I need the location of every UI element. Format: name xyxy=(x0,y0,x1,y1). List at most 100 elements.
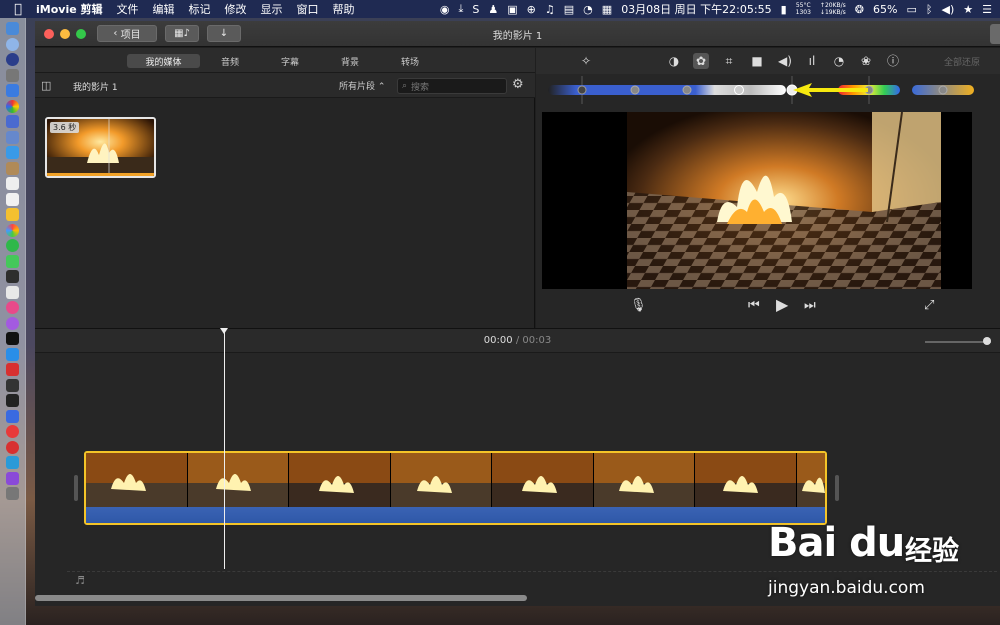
gear-icon[interactable]: ⚙ xyxy=(512,77,524,92)
qq-icon[interactable]: ♟ xyxy=(488,3,498,16)
shadow-handle[interactable] xyxy=(577,85,587,95)
finder-icon[interactable] xyxy=(6,22,19,35)
color-correction-icon[interactable]: ✿ xyxy=(693,53,709,69)
vivaldi-icon[interactable] xyxy=(6,363,19,376)
notes-icon[interactable] xyxy=(6,161,19,175)
netease-music-icon[interactable] xyxy=(6,440,19,454)
bookmark-icon[interactable]: ▮ xyxy=(781,3,787,16)
bluetooth-icon[interactable]: ᛒ xyxy=(926,3,933,16)
menu-app-name[interactable]: iMovie 剪辑 xyxy=(36,1,103,17)
itunes-icon[interactable] xyxy=(6,301,19,314)
settings-dock-icon[interactable] xyxy=(6,456,19,469)
app-store-icon[interactable] xyxy=(6,347,19,361)
temp-readout[interactable]: 55°C 1303 xyxy=(796,2,811,16)
tab-my-media[interactable]: 我的媒体 xyxy=(127,54,200,68)
star-icon[interactable]: ★ xyxy=(963,3,973,16)
music-icon[interactable]: ♫ xyxy=(545,3,555,16)
zoom-slider-handle[interactable] xyxy=(983,337,991,345)
search-input[interactable]: ⌕ 搜索 xyxy=(397,78,507,94)
imovie-dock-icon[interactable] xyxy=(6,471,19,485)
filter-icon[interactable]: ❀ xyxy=(858,53,874,69)
menu-file[interactable]: 文件 xyxy=(117,1,139,17)
terminal-icon[interactable] xyxy=(6,378,19,392)
s-box-icon[interactable]: ▣ xyxy=(507,3,517,16)
timeline-horizontal-scrollbar[interactable] xyxy=(35,595,527,601)
rocket-icon[interactable] xyxy=(6,68,19,82)
preview-icon[interactable] xyxy=(6,285,19,299)
info-icon[interactable]: ⓘ xyxy=(885,53,901,69)
net-readout[interactable]: ↑20KB/s ↓19KB/s xyxy=(820,2,846,16)
globe-icon[interactable]: ⊕ xyxy=(527,3,536,16)
video-preview[interactable] xyxy=(542,111,972,289)
temperature-handle[interactable] xyxy=(938,85,948,95)
tab-titles[interactable]: 字幕 xyxy=(273,54,307,68)
messages-icon[interactable] xyxy=(6,239,19,252)
siri-icon[interactable] xyxy=(6,37,19,51)
photos-icon[interactable] xyxy=(6,223,19,237)
photo-booth-icon[interactable] xyxy=(6,270,19,283)
download-icon[interactable]: ⤓ xyxy=(459,2,464,16)
battery-percent[interactable]: 65% xyxy=(873,3,897,16)
reminders-icon[interactable] xyxy=(6,192,19,206)
reset-all-button[interactable]: 全部还原 xyxy=(944,55,980,68)
menu-edit[interactable]: 编辑 xyxy=(153,1,175,17)
volume-icon[interactable]: ◀) xyxy=(941,3,954,16)
menu-view[interactable]: 显示 xyxy=(261,1,283,17)
podcasts-icon[interactable] xyxy=(6,316,19,330)
mail-icon[interactable] xyxy=(6,115,19,128)
clip-filter-select[interactable]: 所有片段 ⌃ xyxy=(339,79,385,92)
brightness-handle[interactable] xyxy=(734,85,744,95)
clip-right-handle[interactable] xyxy=(835,475,839,501)
battery-icon[interactable]: ▭ xyxy=(906,3,916,16)
tab-audio[interactable]: 音频 xyxy=(213,54,247,68)
speed-adjust-icon[interactable]: ◔ xyxy=(831,53,847,69)
facetime-icon[interactable] xyxy=(6,254,19,268)
chrome-icon[interactable] xyxy=(6,99,19,113)
menu-list-icon[interactable]: ☰ xyxy=(982,3,992,16)
trash-icon[interactable] xyxy=(6,487,19,500)
apple-icon[interactable]:  xyxy=(0,2,36,17)
brightness-low-handle[interactable] xyxy=(630,85,640,95)
playhead[interactable] xyxy=(224,329,225,569)
color-balance-icon[interactable]: ◑ xyxy=(666,53,682,69)
clip-audio-waveform[interactable] xyxy=(86,507,825,523)
launchpad-icon[interactable] xyxy=(6,53,19,66)
menu-help[interactable]: 帮助 xyxy=(333,1,355,17)
timeline-video-clip[interactable] xyxy=(84,451,827,525)
sidebar-toggle-icon[interactable]: ◫ xyxy=(41,79,51,92)
sync-icon[interactable]: ◉ xyxy=(440,3,450,16)
activity-icon[interactable] xyxy=(6,394,19,407)
calendar-icon[interactable]: ▦ xyxy=(602,3,612,16)
skip-back-icon[interactable]: ⏮ xyxy=(748,298,760,313)
crop-icon[interactable]: ⌗ xyxy=(721,53,737,69)
play-icon[interactable]: ▶ xyxy=(776,295,788,314)
stickies-icon[interactable] xyxy=(6,208,19,221)
wechat-icon[interactable]: ❂ xyxy=(855,3,864,16)
share-button[interactable] xyxy=(990,24,1000,44)
fullscreen-icon[interactable]: ⤢ xyxy=(924,298,934,313)
message-icon[interactable]: ▤ xyxy=(564,3,574,16)
skip-forward-icon[interactable]: ⏭ xyxy=(804,298,816,313)
speed-icon[interactable]: ◔ xyxy=(583,3,593,16)
media-clip-thumbnail[interactable]: 3.6 秒 xyxy=(45,117,156,178)
contacts-icon[interactable] xyxy=(6,130,19,144)
menu-modify[interactable]: 修改 xyxy=(225,1,247,17)
timeline-zoom-slider[interactable] xyxy=(925,337,991,345)
safari-icon[interactable] xyxy=(6,84,19,97)
tab-backgrounds[interactable]: 背景 xyxy=(333,54,367,68)
vpn-icon[interactable] xyxy=(6,409,19,423)
calendar-dock-icon[interactable] xyxy=(6,177,19,190)
s-app-icon[interactable]: S xyxy=(472,3,479,16)
menu-mark[interactable]: 标记 xyxy=(189,1,211,17)
microphone-icon[interactable]: 🎙 xyxy=(630,298,647,313)
midtone-handle[interactable] xyxy=(682,85,692,95)
menu-window[interactable]: 窗口 xyxy=(297,1,319,17)
equalizer-icon[interactable]: ıl xyxy=(804,53,820,69)
clip-left-handle[interactable] xyxy=(74,475,78,501)
datetime[interactable]: 03月08日 周日 下午22:05:55 xyxy=(621,1,771,17)
appstore-small-icon[interactable] xyxy=(6,146,19,159)
tab-transitions[interactable]: 转场 xyxy=(393,54,427,68)
yandex-icon[interactable] xyxy=(6,425,19,438)
magic-wand-icon[interactable]: ✧ xyxy=(578,53,594,69)
apple-tv-icon[interactable] xyxy=(6,332,19,345)
